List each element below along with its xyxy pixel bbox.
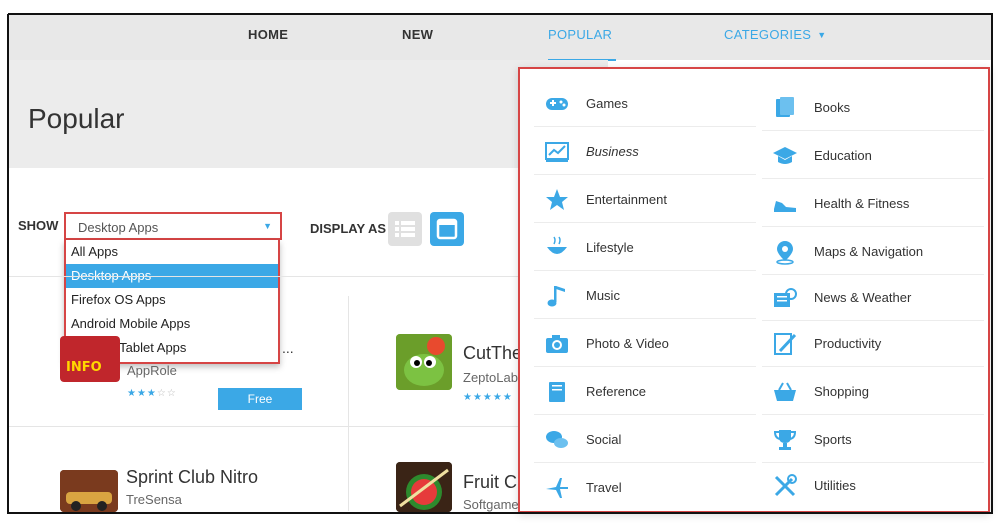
app-store-page: HOME NEW POPULAR CATEGORIES ▼ Popular SHO… (0, 0, 1000, 523)
screenshot-frame (7, 13, 993, 514)
